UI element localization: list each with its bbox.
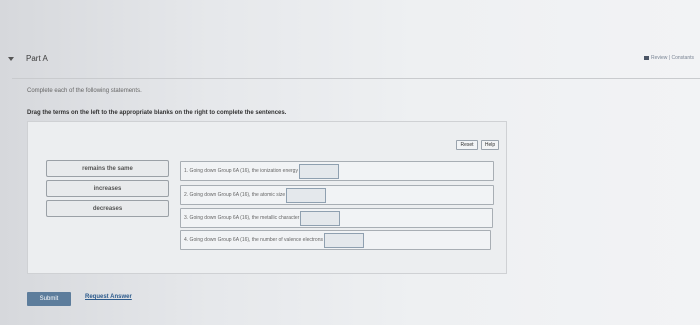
term-decreases[interactable]: decreases bbox=[46, 200, 169, 217]
divider bbox=[12, 78, 700, 79]
part-title: Part A bbox=[26, 54, 48, 63]
reset-button[interactable]: Reset bbox=[456, 140, 478, 150]
instruction-text: Complete each of the following statement… bbox=[27, 88, 142, 94]
sentence-text: 1. Going down Group 6A (16), the ionizat… bbox=[184, 168, 298, 174]
sentence-text: 4. Going down Group 6A (16), the number … bbox=[184, 237, 323, 243]
request-answer-link[interactable]: Request Answer bbox=[85, 294, 132, 300]
sentence-4: 4. Going down Group 6A (16), the number … bbox=[180, 230, 491, 250]
term-increases[interactable]: increases bbox=[46, 180, 169, 197]
review-constants-label[interactable]: Review | Constants bbox=[651, 55, 694, 61]
review-constants-links[interactable]: Review | Constants bbox=[644, 55, 694, 61]
submit-button[interactable]: Submit bbox=[27, 292, 71, 306]
drop-blank-2[interactable] bbox=[286, 187, 327, 203]
term-remains-the-same[interactable]: remains the same bbox=[46, 160, 169, 177]
collapse-caret-icon[interactable] bbox=[8, 56, 14, 61]
sentence-text: 2. Going down Group 6A (16), the atomic … bbox=[184, 192, 286, 198]
help-button[interactable]: Help bbox=[481, 140, 499, 150]
part-header[interactable]: Part A bbox=[8, 54, 48, 63]
sentence-2: 2. Going down Group 6A (16), the atomic … bbox=[180, 185, 494, 205]
drop-blank-1[interactable] bbox=[298, 163, 339, 179]
sentence-text: 3. Going down Group 6A (16), the metalli… bbox=[184, 215, 300, 221]
sentence-3: 3. Going down Group 6A (16), the metalli… bbox=[180, 208, 493, 228]
drop-blank-3[interactable] bbox=[300, 210, 341, 226]
sentence-1: 1. Going down Group 6A (16), the ionizat… bbox=[180, 161, 494, 181]
drag-instruction: Drag the terms on the left to the approp… bbox=[27, 110, 287, 116]
review-icon bbox=[644, 56, 649, 60]
drop-blank-4[interactable] bbox=[323, 232, 364, 248]
